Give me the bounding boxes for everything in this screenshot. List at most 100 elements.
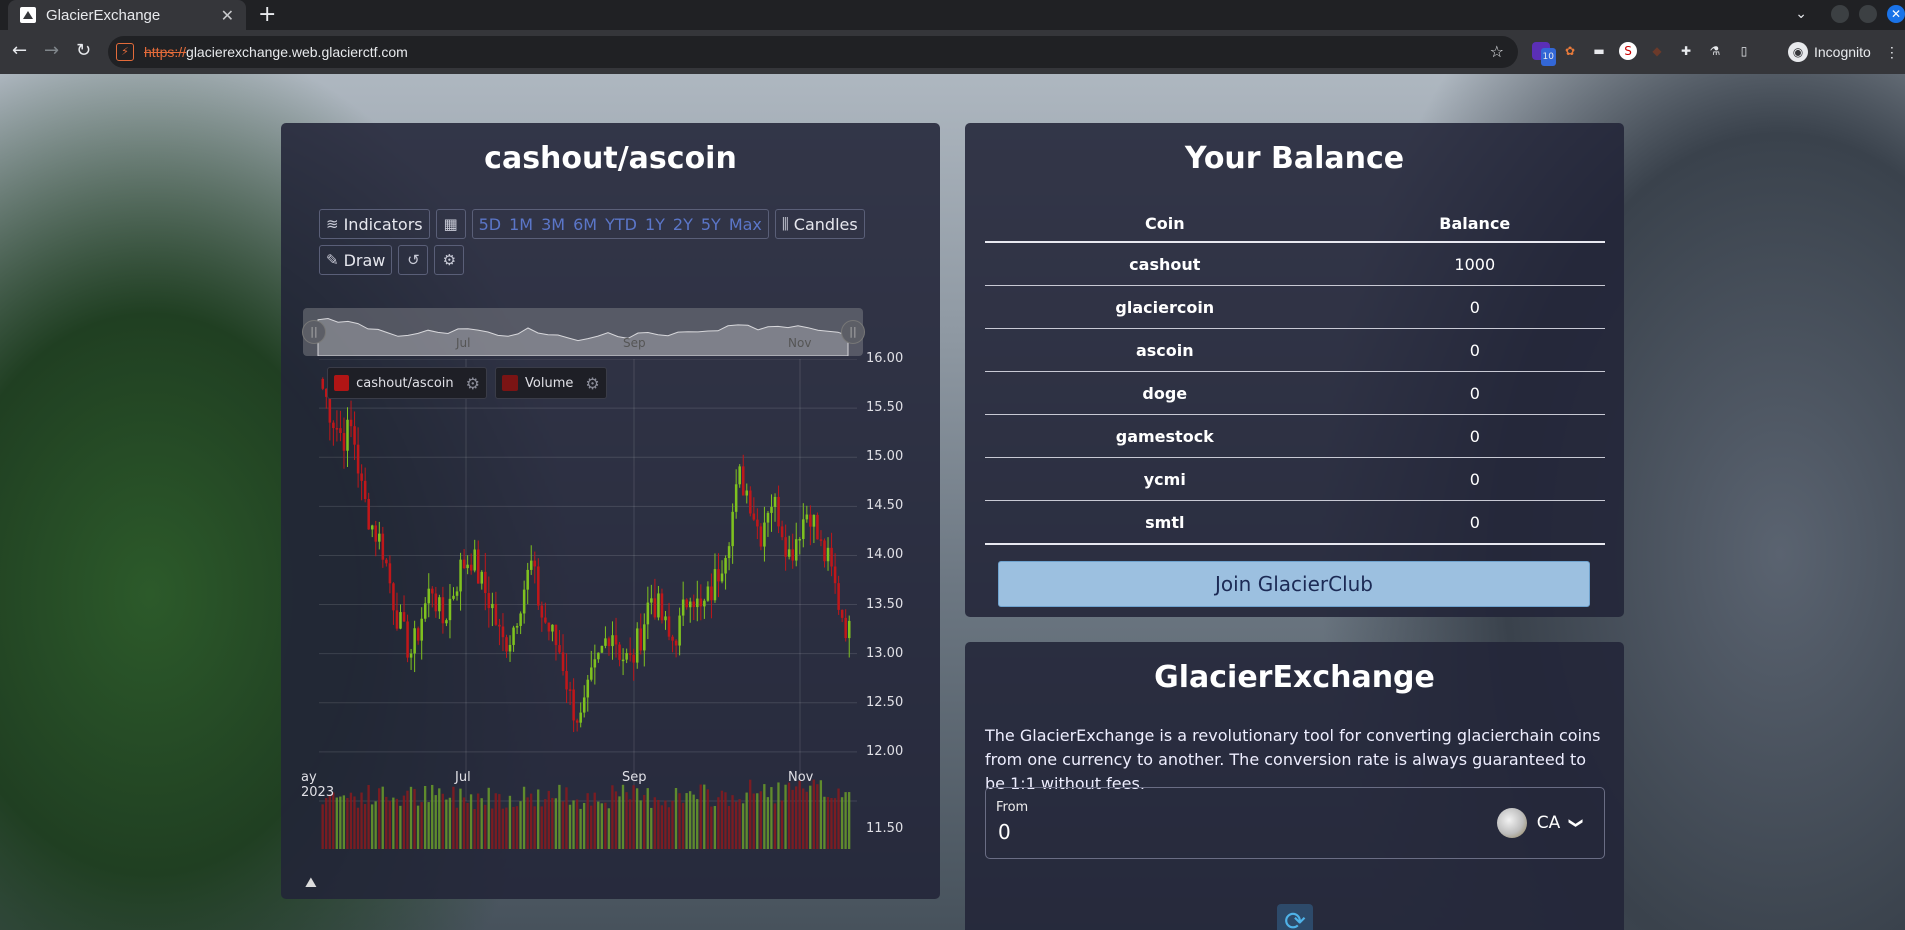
extension-badge-icon[interactable]: 10 (1532, 42, 1556, 66)
volume-bar (508, 795, 512, 849)
swap-arrows-icon[interactable]: ⟳ (1277, 904, 1313, 930)
candle-body (551, 624, 554, 632)
volume-bar (798, 780, 801, 849)
incognito-indicator[interactable]: ◉ Incognito ⋮ (1788, 42, 1899, 62)
candle-body (650, 598, 653, 603)
range-2y[interactable]: 2Y (673, 215, 693, 234)
volume-bar (402, 795, 406, 849)
navigator-label-sep: Sep (623, 336, 646, 350)
volume-bar (321, 804, 324, 849)
range-max[interactable]: Max (729, 215, 762, 234)
back-arrow-icon[interactable]: ← (12, 40, 27, 61)
navigator-label-jul: Jul (456, 336, 471, 350)
maximize-icon[interactable] (1859, 5, 1877, 23)
browser-tab[interactable]: GlacierExchange ✕ (8, 0, 246, 30)
reload-icon[interactable]: ↻ (76, 40, 91, 61)
candle-body (448, 598, 452, 621)
candles-button[interactable]: ⫼ Candles (774, 209, 865, 239)
volume-bar (625, 792, 628, 849)
candle-body (335, 428, 339, 430)
new-tab-icon[interactable]: + (258, 2, 276, 27)
candle-body (406, 621, 409, 658)
candle-body (476, 549, 480, 584)
price-legend-gear-icon[interactable]: ⚙ (466, 374, 480, 393)
x-tick-label: Sep (622, 770, 647, 785)
from-label: From (996, 800, 1029, 815)
volume-bar (469, 794, 473, 849)
lab-flask-icon[interactable]: ⚗ (1706, 42, 1724, 60)
volume-bar (445, 799, 448, 849)
candle-body (812, 514, 816, 527)
puzzle-extensions-icon[interactable]: ✚ (1677, 42, 1695, 60)
volume-bar (805, 791, 808, 849)
side-panel-icon[interactable]: ▯ (1735, 42, 1753, 60)
candle-body (420, 618, 423, 641)
date-range-button[interactable]: ▦ (435, 209, 466, 239)
x-tick-label: ay 2023 (301, 770, 335, 800)
candle-body (498, 624, 501, 627)
range-1m[interactable]: 1M (509, 215, 533, 234)
chart-settings-button[interactable]: ⚙ (434, 245, 465, 275)
volume-bar (491, 808, 494, 849)
y-tick-label: 13.50 (866, 596, 904, 612)
y-tick-label: 15.50 (866, 400, 904, 416)
s-extension-icon[interactable]: S (1619, 42, 1637, 60)
y-tick-label: 11.50 (866, 821, 904, 836)
browser-tabbar: GlacierExchange ✕ + ⌄ ✕ (0, 0, 1905, 30)
reset-button[interactable]: ↺ (398, 245, 429, 275)
chart-navigator[interactable]: || || Jul Sep Nov (302, 308, 865, 357)
volume-bar (611, 785, 614, 849)
indicators-button[interactable]: ≋ Indicators (319, 209, 430, 239)
draw-button[interactable]: ✎ Draw (319, 245, 393, 275)
range-ytd[interactable]: YTD (605, 215, 637, 234)
join-glacierclub-button[interactable]: Join GlacierClub (998, 561, 1590, 607)
range-3m[interactable]: 3M (541, 215, 565, 234)
candle-body (717, 569, 720, 582)
candle-body (802, 519, 805, 540)
range-5d[interactable]: 5D (479, 215, 502, 234)
range-5y[interactable]: 5Y (701, 215, 721, 234)
y-tick-label: 14.50 (866, 498, 904, 514)
range-6m[interactable]: 6M (573, 215, 597, 234)
hat-extension-icon[interactable]: ▬ (1590, 42, 1608, 60)
volume-bar (526, 797, 529, 849)
volume-bar (773, 803, 777, 849)
from-amount-input[interactable]: 0 (998, 820, 1011, 844)
chart-toolbar-row-1: ≋ Indicators ▦ 5D 1M 3M 6M YTD 1Y 2Y 5Y Max ⫼ Ca… (319, 209, 865, 239)
candle-body (392, 583, 395, 611)
price-chart[interactable]: cashout/ascoin ⚙ Volume ⚙ (319, 358, 859, 849)
candle-body (579, 712, 582, 723)
volume-legend-gear-icon[interactable]: ⚙ (585, 374, 599, 393)
candle-body (515, 625, 519, 628)
undo-icon: ↺ (407, 251, 420, 269)
volume-bar (837, 788, 840, 849)
range-1y[interactable]: 1Y (645, 215, 665, 234)
volume-bar (459, 788, 462, 849)
price-color-swatch (334, 375, 350, 391)
minimize-icon[interactable] (1831, 5, 1849, 23)
bookmark-star-icon[interactable]: ☆ (1490, 42, 1504, 61)
volume-bar (777, 782, 780, 849)
volume-bar (420, 802, 423, 849)
browser-menu-icon[interactable]: ⋮ (1885, 44, 1899, 61)
volume-bar (826, 797, 830, 849)
navigator-right-handle[interactable]: || (841, 320, 865, 344)
close-window-icon[interactable]: ✕ (1887, 5, 1905, 23)
navigator-left-handle[interactable]: || (302, 320, 326, 344)
volume-legend[interactable]: Volume ⚙ (495, 367, 607, 399)
cookie-extension-icon[interactable]: ✿ (1561, 42, 1579, 60)
from-coin-select[interactable]: CA ❯ (1496, 808, 1584, 838)
forward-arrow-icon[interactable]: → (44, 40, 59, 61)
from-field[interactable]: From 0 CA ❯ (985, 787, 1605, 859)
site-info-icon[interactable]: ⚡ (116, 43, 134, 61)
volume-bar (749, 779, 752, 849)
candle-body (508, 644, 512, 652)
address-bar[interactable]: ⚡ https://glacierexchange.web.glacierctf… (108, 36, 1518, 68)
volume-bar (604, 802, 607, 849)
tab-close-icon[interactable]: ✕ (221, 6, 234, 25)
navigator-label-nov: Nov (788, 336, 812, 350)
candle-body (540, 605, 544, 618)
diamond-extension-icon[interactable]: ◆ (1648, 42, 1666, 60)
price-legend[interactable]: cashout/ascoin ⚙ (327, 367, 487, 399)
tab-search-chevron-icon[interactable]: ⌄ (1795, 6, 1807, 22)
